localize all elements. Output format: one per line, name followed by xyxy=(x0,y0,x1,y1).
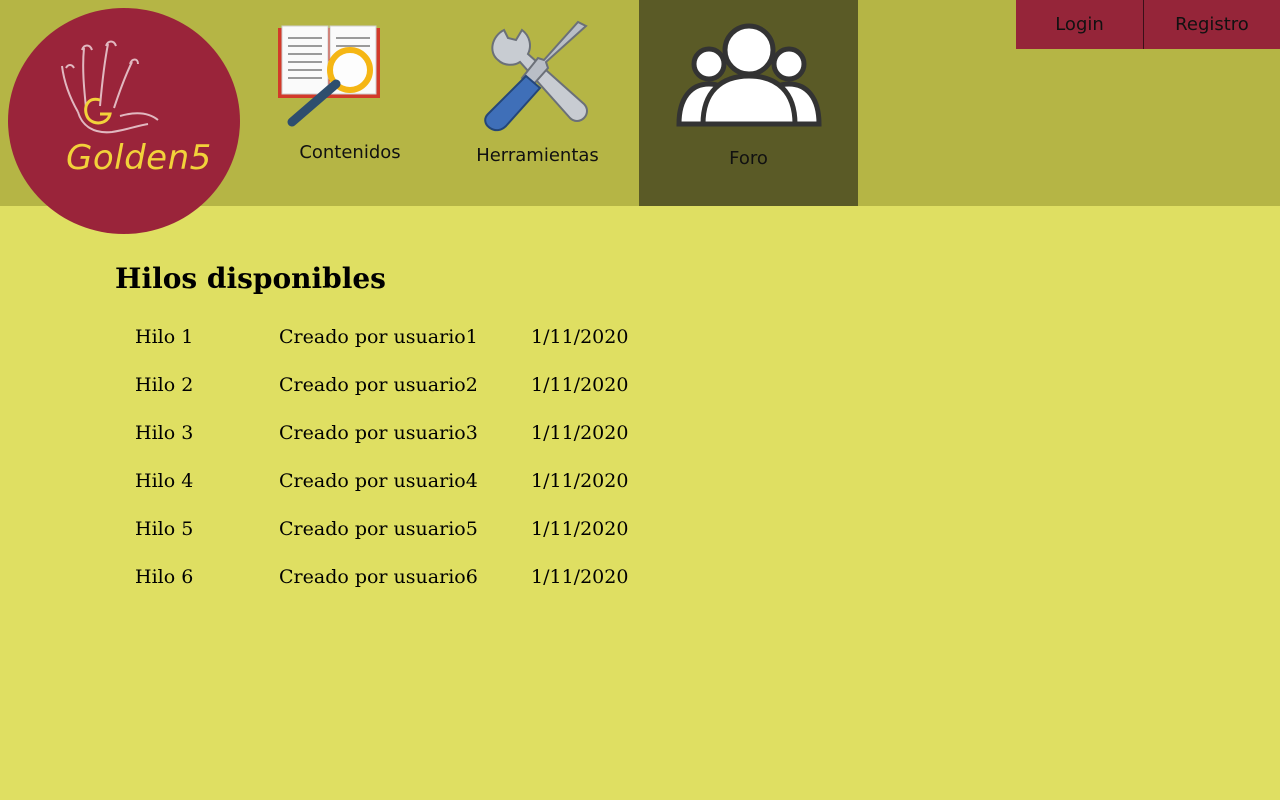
thread-author: Creado por usuario6 xyxy=(279,566,478,588)
thread-author: Creado por usuario4 xyxy=(279,470,478,492)
nav-label: Foro xyxy=(729,148,768,169)
thread-name[interactable]: Hilo 1 xyxy=(135,326,193,348)
hand-print-icon xyxy=(61,40,159,134)
login-button[interactable]: Login xyxy=(1016,0,1143,49)
register-button[interactable]: Registro xyxy=(1144,0,1280,49)
thread-row[interactable]: Hilo 6 Creado por usuario6 1/11/2020 xyxy=(135,566,695,614)
thread-name[interactable]: Hilo 4 xyxy=(135,470,193,492)
book-magnifier-icon xyxy=(278,25,380,127)
top-header: Golden5 Contenidos Herramientas Foro Log… xyxy=(0,0,1280,234)
thread-date: 1/11/2020 xyxy=(531,326,629,348)
nav-label: Herramientas xyxy=(476,145,599,166)
brand-name: Golden5 xyxy=(66,138,212,178)
thread-row[interactable]: Hilo 2 Creado por usuario2 1/11/2020 xyxy=(135,374,695,422)
nav-label: Contenidos xyxy=(299,142,401,163)
users-group-icon xyxy=(676,23,822,127)
thread-date: 1/11/2020 xyxy=(531,470,629,492)
thread-date: 1/11/2020 xyxy=(531,422,629,444)
page-title: Hilos disponibles xyxy=(115,262,386,295)
thread-row[interactable]: Hilo 4 Creado por usuario4 1/11/2020 xyxy=(135,470,695,518)
thread-date: 1/11/2020 xyxy=(531,566,629,588)
thread-name[interactable]: Hilo 6 xyxy=(135,566,193,588)
register-label: Registro xyxy=(1175,14,1249,35)
forum-main: Hilos disponibles Hilo 1 Creado por usua… xyxy=(115,262,628,588)
thread-row[interactable]: Hilo 5 Creado por usuario5 1/11/2020 xyxy=(135,518,695,566)
nav-foro[interactable]: Foro xyxy=(639,0,858,206)
login-label: Login xyxy=(1055,14,1104,35)
golden5-logo[interactable]: Golden5 xyxy=(8,8,240,234)
thread-row[interactable]: Hilo 1 Creado por usuario1 1/11/2020 xyxy=(135,326,695,374)
wrench-screwdriver-icon xyxy=(484,20,588,132)
thread-author: Creado por usuario5 xyxy=(279,518,478,540)
thread-date: 1/11/2020 xyxy=(531,374,629,396)
thread-list: Hilo 1 Creado por usuario1 1/11/2020 Hil… xyxy=(135,326,695,614)
thread-author: Creado por usuario3 xyxy=(279,422,478,444)
thread-author: Creado por usuario1 xyxy=(279,326,478,348)
thread-row[interactable]: Hilo 3 Creado por usuario3 1/11/2020 xyxy=(135,422,695,470)
nav-contenidos[interactable]: Contenidos xyxy=(250,0,450,206)
thread-date: 1/11/2020 xyxy=(531,518,629,540)
thread-name[interactable]: Hilo 5 xyxy=(135,518,193,540)
thread-name[interactable]: Hilo 3 xyxy=(135,422,193,444)
thread-author: Creado por usuario2 xyxy=(279,374,478,396)
thread-name[interactable]: Hilo 2 xyxy=(135,374,193,396)
nav-herramientas[interactable]: Herramientas xyxy=(440,0,635,206)
